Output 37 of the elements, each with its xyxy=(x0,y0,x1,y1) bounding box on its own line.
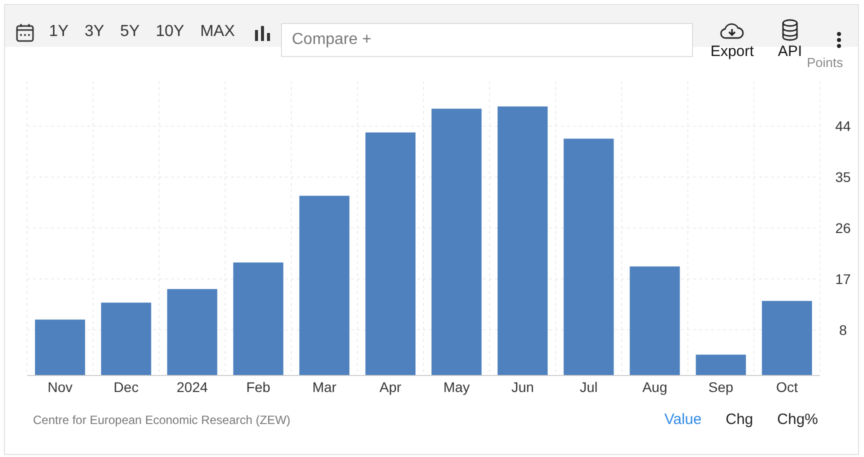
bar xyxy=(696,354,746,375)
view-tab[interactable]: Chg xyxy=(726,409,754,432)
cloud-download-icon xyxy=(719,20,746,40)
export-button[interactable]: Export xyxy=(710,20,754,63)
range-button[interactable]: 1Y xyxy=(41,20,77,47)
axis-tick-label: 35 xyxy=(835,169,851,186)
axis-tick-label: Nov xyxy=(48,379,72,395)
range-button[interactable]: MAX xyxy=(192,20,243,47)
axis-tick-label: Jun xyxy=(511,379,534,395)
axis-tick-label: 17 xyxy=(835,270,851,287)
axis-tick-label: Jul xyxy=(580,379,598,395)
axis-tick-label: Dec xyxy=(114,379,139,395)
axis-tick-label: 26 xyxy=(835,220,851,236)
axis-tick-label: 8 xyxy=(839,322,847,338)
bar xyxy=(35,320,86,375)
source-text: Centre for European Economic Research (ZEW) xyxy=(33,412,290,430)
database-icon xyxy=(780,18,800,40)
axis-tick-label: Aug xyxy=(642,379,668,395)
api-button[interactable]: API xyxy=(778,18,802,63)
view-tab[interactable]: Chg% xyxy=(777,409,818,432)
axis-tick-label: 44 xyxy=(835,118,851,134)
axis-tick-label: Sep xyxy=(708,379,734,395)
range-button[interactable]: 10Y xyxy=(148,20,192,47)
range-button[interactable]: 5Y xyxy=(112,20,148,47)
axis-tick-label: Apr xyxy=(380,379,402,395)
view-tab[interactable]: Value xyxy=(664,409,702,432)
more-options-icon[interactable] xyxy=(836,31,842,49)
range-button[interactable]: 3Y xyxy=(76,20,112,47)
axis-tick-label: Feb xyxy=(246,379,270,395)
axis-label: Points xyxy=(806,55,843,70)
bar-chart-icon[interactable] xyxy=(252,24,271,42)
axis-tick-label: May xyxy=(443,379,470,395)
axis-tick-label: Mar xyxy=(312,379,336,395)
axis-tick-label: Oct xyxy=(776,379,798,395)
calendar-icon[interactable] xyxy=(15,23,35,43)
compare-field[interactable]: Compare + xyxy=(280,23,693,57)
axis-tick-label: 2024 xyxy=(176,379,208,395)
